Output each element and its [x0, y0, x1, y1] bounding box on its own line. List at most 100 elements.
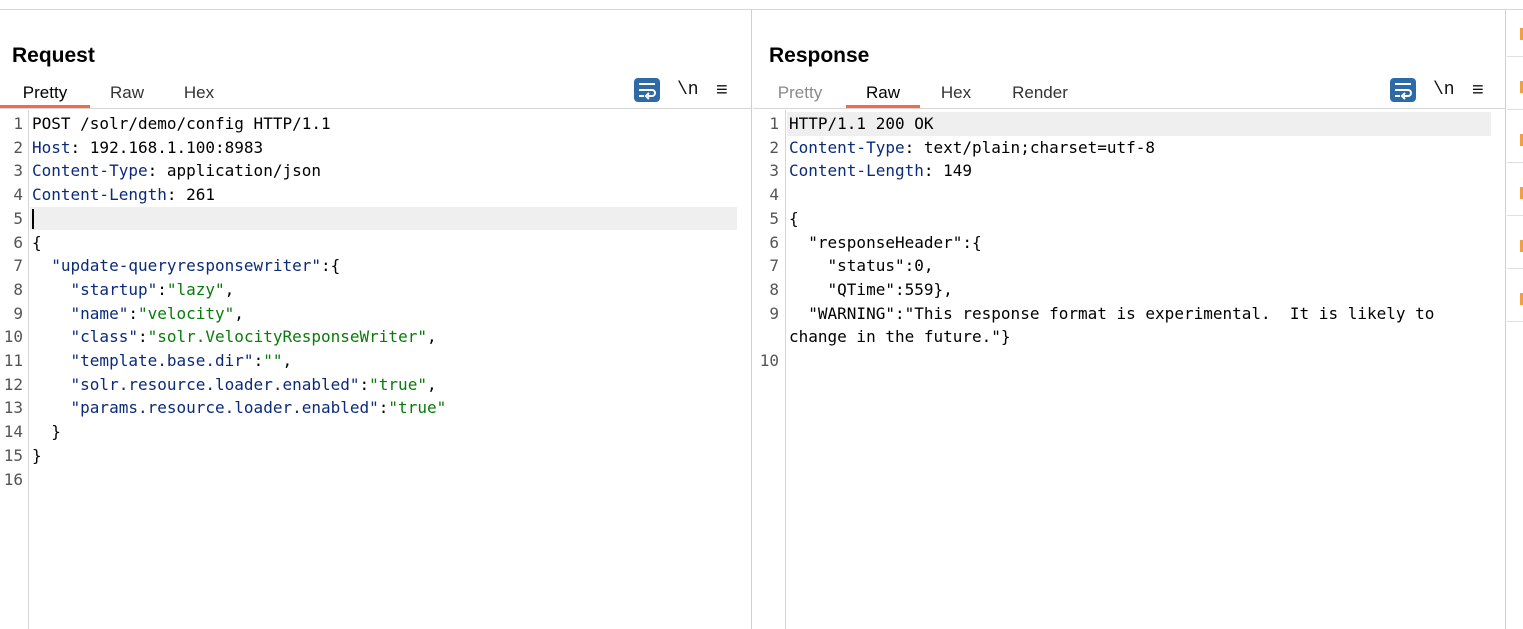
code-token: "velocity" [137, 303, 235, 323]
inspector-tab[interactable] [1507, 275, 1523, 322]
tab-raw[interactable]: Raw [846, 80, 920, 108]
code-text: Content-Type: text/plain;charset=utf-8 [789, 136, 1155, 160]
code-token: "WARNING":"This response format is exper… [789, 303, 1435, 323]
line-number: 16 [3, 469, 23, 489]
code-token: , [224, 279, 235, 299]
code-token: Host [32, 137, 71, 157]
code-text: HTTP/1.1 200 OK [789, 112, 934, 136]
code-text [32, 207, 34, 231]
code-line: 14 } [0, 420, 751, 444]
response-title: Response [769, 44, 870, 67]
code-token: { [789, 208, 799, 228]
code-token: : application/json [147, 161, 321, 181]
tab-pretty[interactable]: Pretty [0, 80, 90, 108]
code-token: "solr.resource.loader.enabled" [70, 374, 360, 394]
inspector-tab[interactable] [1507, 222, 1523, 269]
line-number: 15 [3, 445, 23, 465]
line-number: 10 [3, 327, 23, 347]
code-token: : [378, 398, 389, 418]
code-token: } [32, 445, 42, 465]
code-token: , [426, 374, 437, 394]
code-text: "solr.resource.loader.enabled":"true", [32, 373, 437, 397]
code-text: "responseHeader":{ [789, 231, 981, 255]
code-token: { [32, 232, 42, 252]
request-pane: Request Pretty Raw Hex \n ≡ 1 POST /solr/… [0, 10, 752, 629]
line-number: 6 [769, 232, 779, 252]
code-token: , [234, 303, 244, 323]
request-title: Request [12, 44, 95, 67]
code-line: 8 "QTime":559}, [753, 278, 1505, 302]
code-token: : [359, 374, 370, 394]
code-text: "params.resource.loader.enabled":"true" [32, 396, 447, 420]
current-line-highlight [30, 206, 737, 231]
menu-icon[interactable]: ≡ [716, 78, 728, 102]
line-number: 6 [13, 232, 23, 252]
code-text: "status":0, [789, 254, 934, 278]
line-number: 3 [769, 161, 779, 181]
line-number: 3 [13, 161, 23, 181]
code-line: 2 Host: 192.168.1.100:8983 [0, 136, 751, 160]
code-text: "class":"solr.VelocityResponseWriter", [32, 325, 437, 349]
code-line: 6{ [0, 231, 751, 255]
code-line: 5{ [753, 207, 1505, 231]
word-wrap-icon[interactable] [1390, 78, 1416, 102]
top-toolbar-border [0, 0, 1523, 10]
code-line: 8 "startup":"lazy", [0, 278, 751, 302]
inspector-tab[interactable] [1507, 169, 1523, 216]
tab-render[interactable]: Render [1001, 80, 1079, 108]
code-token: , [426, 327, 437, 347]
code-line: 7 "update-queryresponsewriter":{ [0, 254, 751, 278]
menu-icon[interactable]: ≡ [1472, 78, 1484, 102]
code-text: Content-Type: application/json [32, 159, 321, 183]
show-newlines-toggle[interactable]: \n [677, 78, 699, 102]
line-number: 4 [769, 185, 779, 205]
code-token: : [137, 327, 148, 347]
inspector-tab[interactable] [1507, 10, 1523, 57]
code-line: 15} [0, 444, 751, 468]
inspector-tab[interactable] [1507, 63, 1523, 110]
code-token: : [128, 303, 138, 323]
code-token: : [157, 279, 167, 299]
code-token: : 261 [166, 185, 216, 205]
line-number: 4 [13, 185, 23, 205]
tab-hex[interactable]: Hex [172, 80, 226, 108]
code-token: "update-queryresponsewriter" [51, 256, 321, 276]
line-number: 9 [13, 303, 23, 323]
line-number: 14 [3, 422, 23, 442]
code-line: 10 [753, 349, 1505, 373]
code-line: 1 POST /solr/demo/config HTTP/1.1 [0, 112, 751, 136]
show-newlines-toggle[interactable]: \n [1433, 78, 1455, 102]
code-token: "QTime":559}, [789, 279, 953, 299]
word-wrap-icon[interactable] [634, 78, 660, 102]
code-token: "params.resource.loader.enabled" [70, 398, 379, 418]
code-line: 10 "class":"solr.VelocityResponseWriter"… [0, 325, 751, 349]
line-number: 7 [769, 256, 779, 276]
code-text: change in the future."} [789, 325, 1011, 349]
tab-raw[interactable]: Raw [98, 80, 156, 108]
code-token: "startup" [70, 279, 158, 299]
code-line: 7 "status":0, [753, 254, 1505, 278]
line-number: 7 [13, 256, 23, 276]
code-line: 12 "solr.resource.loader.enabled":"true"… [0, 373, 751, 397]
code-line: 5 [0, 206, 751, 231]
code-text: POST /solr/demo/config HTTP/1.1 [32, 112, 331, 136]
tab-pretty[interactable]: Pretty [765, 80, 835, 108]
code-line: 11 "template.base.dir":"", [0, 349, 751, 373]
line-number: 11 [3, 351, 23, 370]
tab-hex[interactable]: Hex [931, 80, 981, 108]
code-line: 3 Content-Length: 149 [753, 159, 1505, 183]
code-token: "template.base.dir" [70, 351, 254, 370]
code-line: 3 Content-Type: application/json [0, 159, 751, 183]
line-number: 8 [769, 279, 779, 299]
code-text: } [32, 444, 42, 468]
code-token: :{ [320, 256, 341, 276]
code-line: 4 [753, 183, 1505, 207]
code-token: : 192.168.1.100:8983 [70, 137, 264, 157]
line-number: 1 [13, 114, 23, 133]
line-number: 1 [769, 114, 779, 133]
inspector-tab[interactable] [1507, 116, 1523, 163]
code-token: Content-Type [32, 161, 148, 181]
